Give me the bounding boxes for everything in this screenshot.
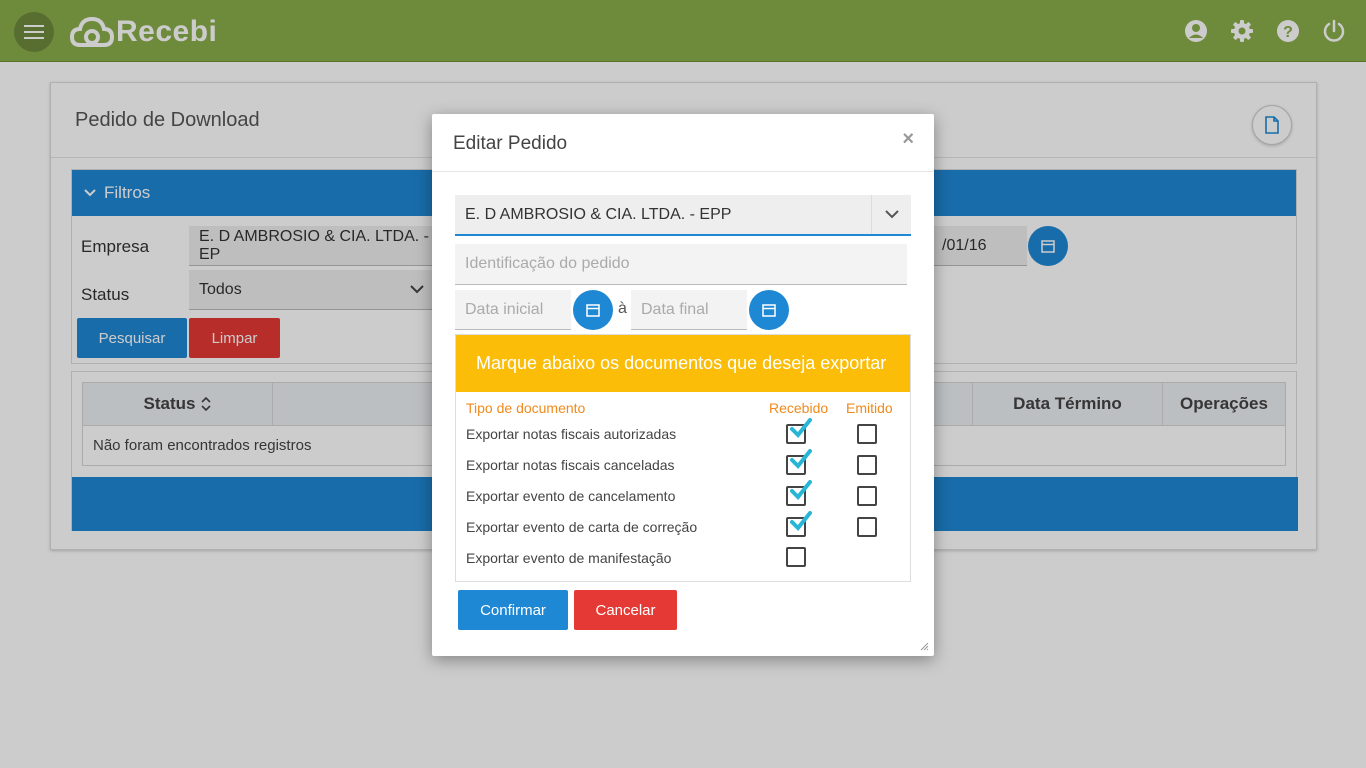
check-icon	[790, 480, 812, 500]
received-checkbox[interactable]	[786, 449, 812, 475]
export-row-label: Exportar notas fiscais autorizadas	[466, 426, 677, 442]
issued-checkbox[interactable]	[857, 455, 877, 475]
confirm-button[interactable]: Confirmar	[458, 590, 568, 630]
export-row-label: Exportar evento de carta de correção	[466, 519, 698, 535]
export-banner: Marque abaixo os documentos que deseja e…	[456, 335, 910, 392]
calendar-icon	[586, 304, 600, 317]
issued-checkbox[interactable]	[857, 424, 877, 444]
document-export-box: Marque abaixo os documentos que deseja e…	[455, 334, 911, 582]
close-icon[interactable]: ×	[902, 128, 914, 151]
modal-title: Editar Pedido	[453, 133, 568, 154]
order-id-input[interactable]	[455, 244, 907, 285]
check-icon	[790, 418, 812, 438]
received-checkbox[interactable]	[786, 547, 806, 567]
issued-checkbox[interactable]	[857, 517, 877, 537]
col-received: Recebido	[769, 400, 829, 416]
date-range-separator: à	[618, 300, 627, 317]
start-date-calendar-button[interactable]	[573, 290, 613, 330]
received-checkbox[interactable]	[786, 511, 812, 537]
issued-checkbox[interactable]	[857, 486, 877, 506]
end-date-input[interactable]	[631, 290, 747, 330]
end-date-calendar-button[interactable]	[749, 290, 789, 330]
calendar-icon	[762, 304, 776, 317]
company-select-arrow[interactable]	[871, 195, 911, 234]
chevron-down-icon	[884, 210, 899, 219]
check-icon	[790, 449, 812, 469]
company-select[interactable]: E. D AMBROSIO & CIA. LTDA. - EPP	[455, 195, 911, 236]
check-icon	[790, 511, 812, 531]
export-row-label: Exportar evento de cancelamento	[466, 488, 676, 504]
received-checkbox[interactable]	[786, 418, 812, 444]
col-document-type: Tipo de documento	[466, 400, 586, 416]
company-select-value: E. D AMBROSIO & CIA. LTDA. - EPP	[465, 205, 732, 223]
resize-icon[interactable]	[920, 642, 929, 651]
edit-order-modal: Editar Pedido × E. D AMBROSIO & CIA. LTD…	[432, 114, 934, 656]
col-issued: Emitido	[846, 400, 893, 416]
export-row-label: Exportar notas fiscais canceladas	[466, 457, 675, 473]
start-date-input[interactable]	[455, 290, 571, 330]
cancel-button[interactable]: Cancelar	[574, 590, 677, 630]
export-row-label: Exportar evento de manifestação	[466, 550, 672, 566]
modal-header: Editar Pedido ×	[432, 114, 934, 172]
received-checkbox[interactable]	[786, 480, 812, 506]
